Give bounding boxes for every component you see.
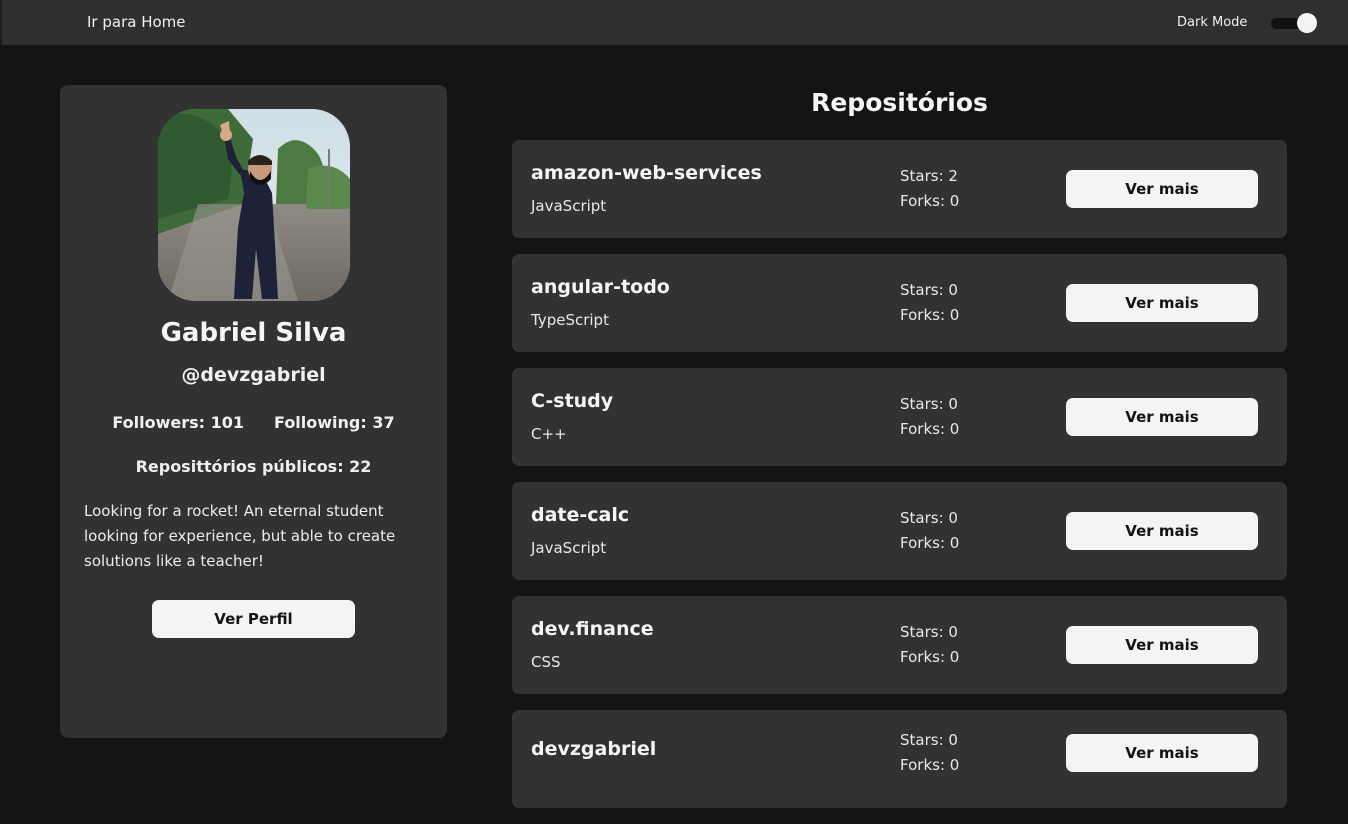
repo-details-button[interactable]: Ver mais [1066, 734, 1258, 772]
dark-mode-toggle[interactable] [1271, 12, 1317, 34]
repo-language: JavaScript [531, 197, 607, 215]
repo-name: amazon-web-services [531, 162, 762, 184]
repo-forks: Forks: 0 [900, 534, 960, 552]
home-link[interactable]: Ir para Home [87, 13, 186, 31]
profile-bio: Looking for a rocket! An eternal student… [84, 502, 396, 570]
repo-stars: Stars: 0 [900, 731, 958, 749]
public-repos-count: Reposittórios públicos: 22 [135, 457, 372, 476]
repo-name: date-calc [531, 504, 630, 526]
profile-handle: @devzgabriel [181, 364, 326, 386]
repo-name: angular-todo [531, 276, 670, 298]
repo-card: C-study C++ Stars: 0 Forks: 0 Ver mais [512, 368, 1287, 466]
repo-card: date-calc JavaScript Stars: 0 Forks: 0 V… [512, 482, 1287, 580]
profile-stats: Followers: 101 Following: 37 [60, 413, 447, 432]
following-count: Following: 37 [274, 413, 395, 432]
view-profile-button[interactable]: Ver Perfil [152, 600, 355, 638]
repo-language: CSS [531, 653, 561, 671]
repo-forks: Forks: 0 [900, 756, 960, 774]
dark-mode-label: Dark Mode [1177, 15, 1248, 30]
repo-stars: Stars: 0 [900, 509, 958, 527]
repo-forks: Forks: 0 [900, 306, 960, 324]
repos-title: Repositórios [811, 88, 988, 117]
repo-stars: Stars: 0 [900, 623, 958, 641]
profile-name: Gabriel Silva [160, 318, 347, 348]
profile-card: Gabriel Silva @devzgabriel Followers: 10… [60, 85, 447, 738]
repo-name: C-study [531, 390, 614, 412]
repo-forks: Forks: 0 [900, 420, 960, 438]
repo-language: TypeScript [531, 311, 609, 329]
followers-count: Followers: 101 [112, 413, 245, 432]
repo-details-button[interactable]: Ver mais [1066, 284, 1258, 322]
toggle-knob [1297, 13, 1317, 33]
repo-stars: Stars: 2 [900, 167, 958, 185]
repo-card: devzgabriel Stars: 0 Forks: 0 Ver mais [512, 710, 1287, 808]
repo-card: dev.finance CSS Stars: 0 Forks: 0 Ver ma… [512, 596, 1287, 694]
repo-forks: Forks: 0 [900, 192, 960, 210]
repo-list: amazon-web-services JavaScript Stars: 2 … [512, 140, 1287, 824]
repo-card: amazon-web-services JavaScript Stars: 2 … [512, 140, 1287, 238]
repo-details-button[interactable]: Ver mais [1066, 170, 1258, 208]
repo-language: JavaScript [531, 539, 607, 557]
repo-forks: Forks: 0 [900, 648, 960, 666]
repo-stars: Stars: 0 [900, 395, 958, 413]
repo-stars: Stars: 0 [900, 281, 958, 299]
repo-details-button[interactable]: Ver mais [1066, 398, 1258, 436]
top-navbar: Ir para Home Dark Mode [0, 0, 1348, 45]
repo-details-button[interactable]: Ver mais [1066, 626, 1258, 664]
avatar [158, 109, 350, 301]
repo-name: dev.finance [531, 618, 654, 640]
repo-language: C++ [531, 425, 567, 443]
repo-card: angular-todo TypeScript Stars: 0 Forks: … [512, 254, 1287, 352]
repo-details-button[interactable]: Ver mais [1066, 512, 1258, 550]
repo-name: devzgabriel [531, 738, 657, 760]
avatar-photo [158, 109, 350, 301]
